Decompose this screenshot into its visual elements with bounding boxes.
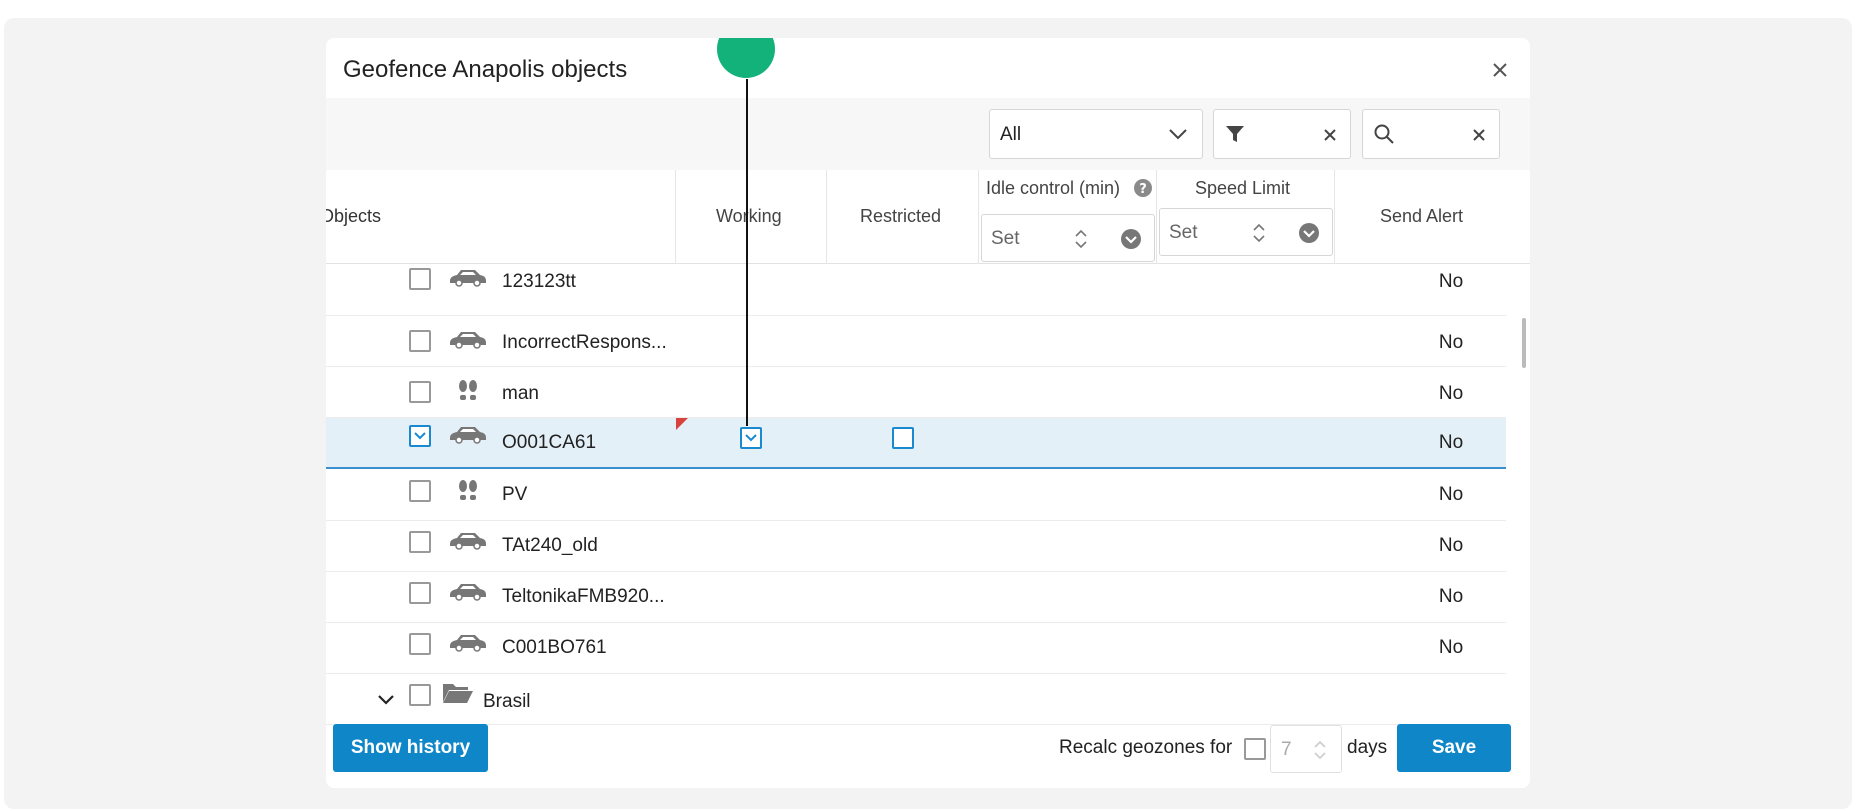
table-header: Objects Working Restricted Idle control … — [326, 170, 1530, 264]
speed-limit-column-header: Speed Limit Set — [1157, 170, 1335, 264]
object-name: PV — [502, 484, 528, 505]
object-name: man — [502, 383, 539, 404]
car-icon — [450, 635, 486, 652]
send-alert-value: No — [1438, 637, 1464, 658]
row-checkbox[interactable] — [409, 633, 431, 655]
filter-field[interactable] — [1213, 109, 1351, 159]
row-checkbox[interactable] — [409, 582, 431, 604]
idle-control-placeholder: Set — [991, 228, 1020, 249]
apply-dropdown-icon[interactable] — [1119, 227, 1143, 251]
row-checkbox[interactable] — [409, 381, 431, 403]
send-alert-value: No — [1438, 535, 1464, 556]
footprints-icon — [459, 380, 477, 400]
send-alert-value: No — [1438, 383, 1464, 404]
table-row[interactable]: PV No — [326, 470, 1506, 521]
recalc-checkbox[interactable] — [1244, 738, 1266, 760]
row-checkbox-checked[interactable] — [409, 425, 431, 447]
group-name: Brasil — [483, 691, 531, 712]
object-name: 123123tt — [502, 271, 576, 292]
working-checkbox-checked[interactable] — [740, 427, 762, 449]
car-icon — [450, 270, 486, 287]
idle-control-input[interactable]: Set — [981, 214, 1155, 262]
geofence-objects-dialog: Geofence Anapolis objects All Objects Wo… — [326, 38, 1530, 788]
working-column-header[interactable]: Working — [676, 170, 827, 264]
object-name: TeltonikaFMB920... — [502, 586, 665, 607]
svg-text:?: ? — [1139, 182, 1147, 197]
recalc-days-input[interactable]: 7 — [1270, 725, 1342, 773]
dialog-footer: Show history Recalc geozones for 7 days … — [326, 724, 1530, 788]
recalc-label: Recalc geozones for — [1059, 737, 1233, 758]
search-icon — [1374, 124, 1394, 144]
object-name: TAt240_old — [502, 535, 598, 556]
footprints-icon — [459, 480, 477, 500]
funnel-icon — [1226, 126, 1244, 142]
scrollbar-thumb[interactable] — [1522, 318, 1526, 368]
click-marker-line — [746, 79, 748, 426]
speed-limit-placeholder: Set — [1169, 222, 1198, 243]
send-alert-value: No — [1438, 332, 1464, 353]
close-icon[interactable] — [1488, 58, 1512, 82]
type-select-value: All — [1000, 124, 1022, 145]
save-button[interactable]: Save — [1397, 724, 1511, 772]
clear-search-icon[interactable] — [1471, 127, 1487, 143]
car-icon — [450, 332, 486, 349]
speed-limit-input[interactable]: Set — [1159, 208, 1333, 256]
restricted-checkbox[interactable] — [892, 427, 914, 449]
send-alert-value: No — [1438, 271, 1464, 292]
row-checkbox[interactable] — [409, 268, 431, 290]
checkmark-icon — [745, 434, 757, 442]
object-name: C001BO761 — [502, 637, 607, 658]
restricted-column-header[interactable]: Restricted — [827, 170, 979, 264]
chevron-down-icon[interactable] — [377, 693, 395, 707]
search-field[interactable] — [1362, 109, 1500, 159]
click-marker-dot — [717, 38, 775, 78]
speed-limit-header-label: Speed Limit — [1195, 178, 1291, 198]
car-icon — [450, 533, 486, 550]
send-alert-value: No — [1438, 586, 1464, 607]
days-label: days — [1347, 737, 1388, 758]
stepper-icon[interactable] — [1074, 227, 1088, 251]
help-icon[interactable]: ? — [1133, 178, 1153, 198]
group-checkbox[interactable] — [409, 684, 431, 706]
recalc-days-value: 7 — [1281, 739, 1292, 760]
apply-dropdown-icon[interactable] — [1297, 221, 1321, 245]
stepper-icon[interactable] — [1313, 738, 1327, 762]
row-checkbox[interactable] — [409, 330, 431, 352]
table-row-selected[interactable]: O001CA61 No — [326, 418, 1506, 469]
send-alert-value: No — [1438, 432, 1464, 453]
edited-marker-icon — [676, 418, 688, 430]
folder-open-icon — [443, 684, 473, 703]
restricted-header-label: Restricted — [860, 206, 942, 226]
checkmark-icon — [414, 432, 426, 440]
send-alert-column-header[interactable]: Send Alert — [1335, 170, 1530, 264]
show-history-button[interactable]: Show history — [333, 724, 488, 772]
send-alert-header-label: Send Alert — [1380, 206, 1464, 226]
chevron-down-icon — [1169, 129, 1187, 140]
idle-control-column-header: Idle control (min) ? Set — [979, 170, 1157, 264]
table-row[interactable]: 123123tt No — [326, 265, 1506, 316]
stepper-icon[interactable] — [1252, 221, 1266, 245]
filter-bar: All — [326, 98, 1530, 170]
table-row[interactable]: IncorrectRespons... No — [326, 316, 1506, 367]
object-name: O001CA61 — [502, 432, 597, 453]
object-name: IncorrectRespons... — [502, 332, 667, 353]
table-row[interactable]: TeltonikaFMB920... No — [326, 572, 1506, 623]
table-row[interactable]: C001BO761 No — [326, 623, 1506, 674]
send-alert-value: No — [1438, 484, 1464, 505]
working-header-label: Working — [716, 206, 782, 226]
dialog-title: Geofence Anapolis objects — [343, 56, 628, 83]
objects-column-header[interactable]: Objects — [326, 170, 676, 264]
car-icon — [450, 584, 486, 601]
row-checkbox[interactable] — [409, 480, 431, 502]
clear-filter-icon[interactable] — [1322, 127, 1338, 143]
car-icon — [450, 427, 486, 444]
type-select[interactable]: All — [989, 109, 1203, 159]
objects-header-label: Objects — [326, 206, 382, 226]
table-row[interactable]: man No — [326, 367, 1506, 418]
row-checkbox[interactable] — [409, 531, 431, 553]
table-row[interactable]: TAt240_old No — [326, 521, 1506, 572]
idle-control-header-label: Idle control (min) — [986, 178, 1121, 198]
group-row[interactable]: Brasil — [326, 674, 1506, 725]
